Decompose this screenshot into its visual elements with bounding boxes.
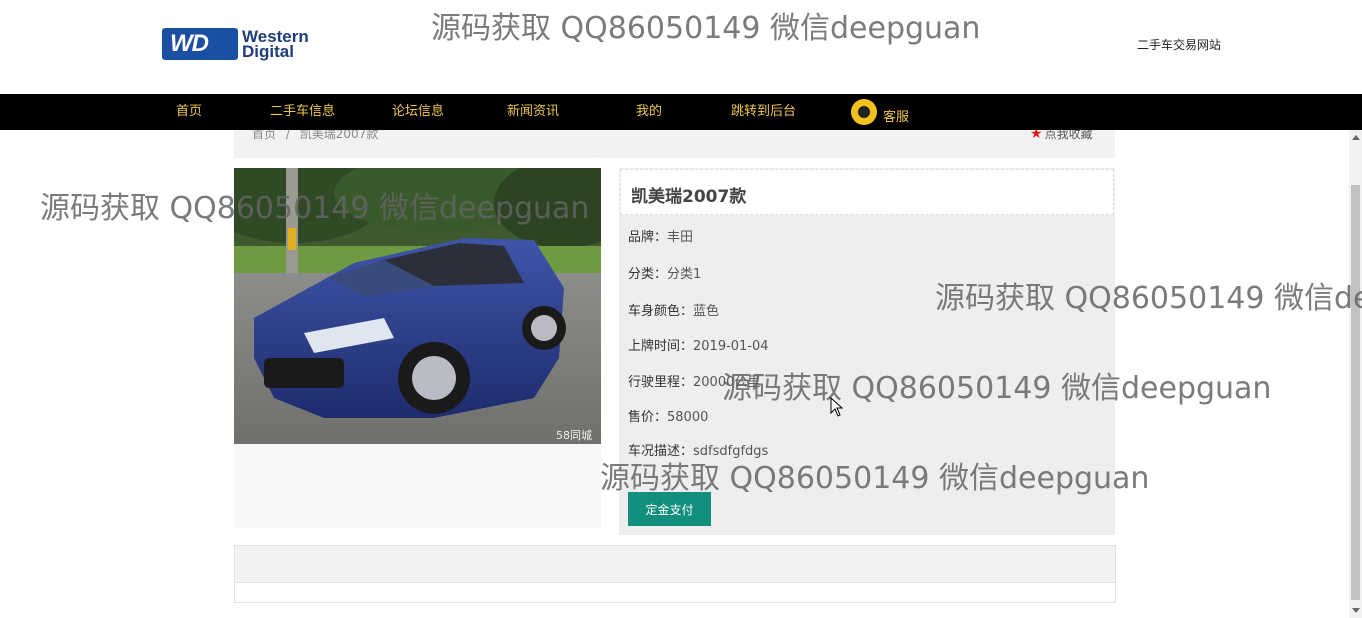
- details-section: [234, 545, 1116, 603]
- page-header: WD Western Digital 二手车交易网站: [0, 0, 1362, 94]
- breadcrumb: 首页 / 凯美瑞2007款 ★ 点我收藏: [234, 130, 1115, 158]
- breadcrumb-trail: 首页 / 凯美瑞2007款: [252, 130, 378, 142]
- customer-service-icon: [851, 99, 877, 125]
- deposit-pay-button[interactable]: 定金支付: [628, 492, 711, 526]
- field-registration-date: 上牌时间：2019-01-04: [628, 339, 769, 354]
- field-price: 售价：58000: [628, 410, 709, 425]
- details-section-header: [235, 546, 1115, 583]
- field-mileage: 行驶里程：20000公里: [628, 375, 761, 390]
- scroll-thumb[interactable]: [1351, 185, 1360, 600]
- nav-item-forum[interactable]: 论坛信息: [392, 94, 444, 130]
- breadcrumb-home[interactable]: 首页: [252, 130, 276, 141]
- main-navbar: 首页 二手车信息 论坛信息 新闻资讯 我的 跳转到后台: [0, 94, 1362, 130]
- star-icon: ★: [1030, 130, 1043, 142]
- brand-logo[interactable]: WD Western Digital: [162, 27, 309, 61]
- customer-service-label: 客服: [883, 109, 910, 125]
- breadcrumb-separator: /: [285, 130, 290, 141]
- car-info-panel: 凯美瑞2007款 品牌：丰田 分类：分类1 车身颜色：蓝色 上牌时间：2019-…: [619, 168, 1115, 535]
- field-category: 分类：分类1: [628, 267, 702, 282]
- nav-item-used-cars[interactable]: 二手车信息: [270, 94, 335, 130]
- breadcrumb-current: 凯美瑞2007款: [299, 130, 379, 141]
- nav-item-news[interactable]: 新闻资讯: [507, 94, 559, 130]
- nav-item-admin[interactable]: 跳转到后台: [731, 94, 796, 130]
- field-brand: 品牌：丰田: [628, 230, 694, 245]
- customer-service-link[interactable]: 客服: [851, 98, 909, 126]
- favorite-button[interactable]: ★ 点我收藏: [1030, 130, 1093, 142]
- nav-item-mine[interactable]: 我的: [636, 94, 662, 130]
- photo-watermark: 58同城: [556, 429, 592, 442]
- mouse-cursor-icon: [830, 397, 844, 417]
- car-photo: 58同城: [234, 168, 601, 444]
- site-name: 二手车交易网站: [1137, 38, 1222, 52]
- logo-badge: WD: [162, 28, 238, 60]
- field-color: 车身颜色：蓝色: [628, 304, 720, 319]
- field-description: 车况描述：sdfsdfgfdgs: [628, 444, 769, 459]
- car-title: 凯美瑞2007款: [631, 187, 747, 207]
- car-title-box: 凯美瑞2007款: [620, 169, 1114, 215]
- scroll-down-icon[interactable]: [1352, 608, 1360, 613]
- favorite-label: 点我收藏: [1044, 130, 1093, 141]
- page-scrollbar[interactable]: [1349, 130, 1362, 618]
- car-image-panel: 58同城: [234, 168, 601, 528]
- logo-text: Western Digital: [242, 27, 309, 61]
- nav-item-home[interactable]: 首页: [176, 94, 202, 130]
- scroll-up-icon[interactable]: [1352, 135, 1360, 140]
